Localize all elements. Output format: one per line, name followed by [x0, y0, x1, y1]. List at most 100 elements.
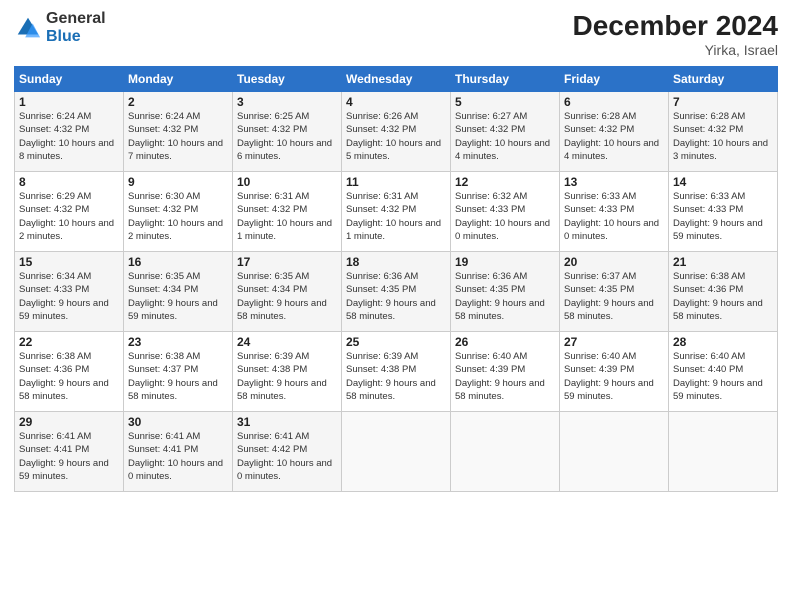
day-info: Sunrise: 6:40 AM Sunset: 4:39 PM Dayligh…	[564, 350, 664, 403]
header-sunday: Sunday	[15, 67, 124, 92]
day-cell: 19 Sunrise: 6:36 AM Sunset: 4:35 PM Dayl…	[451, 252, 560, 332]
header: General Blue December 2024 Yirka, Israel	[14, 10, 778, 58]
day-info: Sunrise: 6:40 AM Sunset: 4:39 PM Dayligh…	[455, 350, 555, 403]
day-number: 4	[346, 95, 446, 109]
logo-line2: Blue	[46, 28, 106, 46]
day-info: Sunrise: 6:41 AM Sunset: 4:41 PM Dayligh…	[19, 430, 119, 483]
day-info: Sunrise: 6:30 AM Sunset: 4:32 PM Dayligh…	[128, 190, 228, 243]
day-number: 11	[346, 175, 446, 189]
day-number: 2	[128, 95, 228, 109]
day-number: 16	[128, 255, 228, 269]
day-cell: 4 Sunrise: 6:26 AM Sunset: 4:32 PM Dayli…	[342, 92, 451, 172]
day-info: Sunrise: 6:28 AM Sunset: 4:32 PM Dayligh…	[673, 110, 773, 163]
day-cell: 20 Sunrise: 6:37 AM Sunset: 4:35 PM Dayl…	[560, 252, 669, 332]
day-number: 24	[237, 335, 337, 349]
day-cell: 5 Sunrise: 6:27 AM Sunset: 4:32 PM Dayli…	[451, 92, 560, 172]
day-number: 1	[19, 95, 119, 109]
day-number: 22	[19, 335, 119, 349]
day-number: 9	[128, 175, 228, 189]
day-cell: 23 Sunrise: 6:38 AM Sunset: 4:37 PM Dayl…	[124, 332, 233, 412]
calendar-body: 1 Sunrise: 6:24 AM Sunset: 4:32 PM Dayli…	[15, 92, 778, 492]
day-cell: 25 Sunrise: 6:39 AM Sunset: 4:38 PM Dayl…	[342, 332, 451, 412]
day-cell	[342, 412, 451, 492]
header-wednesday: Wednesday	[342, 67, 451, 92]
day-info: Sunrise: 6:35 AM Sunset: 4:34 PM Dayligh…	[128, 270, 228, 323]
day-number: 7	[673, 95, 773, 109]
day-cell: 28 Sunrise: 6:40 AM Sunset: 4:40 PM Dayl…	[669, 332, 778, 412]
day-number: 25	[346, 335, 446, 349]
header-thursday: Thursday	[451, 67, 560, 92]
day-number: 23	[128, 335, 228, 349]
header-tuesday: Tuesday	[233, 67, 342, 92]
day-number: 15	[19, 255, 119, 269]
header-saturday: Saturday	[669, 67, 778, 92]
day-number: 29	[19, 415, 119, 429]
day-info: Sunrise: 6:39 AM Sunset: 4:38 PM Dayligh…	[237, 350, 337, 403]
day-number: 12	[455, 175, 555, 189]
day-info: Sunrise: 6:24 AM Sunset: 4:32 PM Dayligh…	[19, 110, 119, 163]
day-cell: 15 Sunrise: 6:34 AM Sunset: 4:33 PM Dayl…	[15, 252, 124, 332]
day-number: 6	[564, 95, 664, 109]
day-info: Sunrise: 6:36 AM Sunset: 4:35 PM Dayligh…	[346, 270, 446, 323]
day-cell: 1 Sunrise: 6:24 AM Sunset: 4:32 PM Dayli…	[15, 92, 124, 172]
day-cell: 2 Sunrise: 6:24 AM Sunset: 4:32 PM Dayli…	[124, 92, 233, 172]
day-cell: 10 Sunrise: 6:31 AM Sunset: 4:32 PM Dayl…	[233, 172, 342, 252]
week-row-4: 29 Sunrise: 6:41 AM Sunset: 4:41 PM Dayl…	[15, 412, 778, 492]
header-row: Sunday Monday Tuesday Wednesday Thursday…	[15, 67, 778, 92]
day-cell: 12 Sunrise: 6:32 AM Sunset: 4:33 PM Dayl…	[451, 172, 560, 252]
day-cell: 22 Sunrise: 6:38 AM Sunset: 4:36 PM Dayl…	[15, 332, 124, 412]
day-info: Sunrise: 6:33 AM Sunset: 4:33 PM Dayligh…	[673, 190, 773, 243]
day-cell: 31 Sunrise: 6:41 AM Sunset: 4:42 PM Dayl…	[233, 412, 342, 492]
day-cell: 30 Sunrise: 6:41 AM Sunset: 4:41 PM Dayl…	[124, 412, 233, 492]
week-row-1: 8 Sunrise: 6:29 AM Sunset: 4:32 PM Dayli…	[15, 172, 778, 252]
day-info: Sunrise: 6:25 AM Sunset: 4:32 PM Dayligh…	[237, 110, 337, 163]
day-info: Sunrise: 6:38 AM Sunset: 4:36 PM Dayligh…	[673, 270, 773, 323]
day-cell: 9 Sunrise: 6:30 AM Sunset: 4:32 PM Dayli…	[124, 172, 233, 252]
calendar-subtitle: Yirka, Israel	[573, 42, 778, 58]
day-cell	[669, 412, 778, 492]
day-cell: 16 Sunrise: 6:35 AM Sunset: 4:34 PM Dayl…	[124, 252, 233, 332]
day-info: Sunrise: 6:37 AM Sunset: 4:35 PM Dayligh…	[564, 270, 664, 323]
day-info: Sunrise: 6:28 AM Sunset: 4:32 PM Dayligh…	[564, 110, 664, 163]
day-number: 14	[673, 175, 773, 189]
day-info: Sunrise: 6:29 AM Sunset: 4:32 PM Dayligh…	[19, 190, 119, 243]
day-cell: 14 Sunrise: 6:33 AM Sunset: 4:33 PM Dayl…	[669, 172, 778, 252]
day-number: 20	[564, 255, 664, 269]
calendar-title: December 2024	[573, 10, 778, 42]
day-number: 31	[237, 415, 337, 429]
day-cell: 29 Sunrise: 6:41 AM Sunset: 4:41 PM Dayl…	[15, 412, 124, 492]
day-cell: 21 Sunrise: 6:38 AM Sunset: 4:36 PM Dayl…	[669, 252, 778, 332]
day-cell: 27 Sunrise: 6:40 AM Sunset: 4:39 PM Dayl…	[560, 332, 669, 412]
calendar-header: Sunday Monday Tuesday Wednesday Thursday…	[15, 67, 778, 92]
day-number: 30	[128, 415, 228, 429]
day-info: Sunrise: 6:35 AM Sunset: 4:34 PM Dayligh…	[237, 270, 337, 323]
day-number: 19	[455, 255, 555, 269]
day-info: Sunrise: 6:38 AM Sunset: 4:37 PM Dayligh…	[128, 350, 228, 403]
title-block: December 2024 Yirka, Israel	[573, 10, 778, 58]
logo-text: General Blue	[46, 10, 106, 45]
day-info: Sunrise: 6:41 AM Sunset: 4:41 PM Dayligh…	[128, 430, 228, 483]
day-cell: 8 Sunrise: 6:29 AM Sunset: 4:32 PM Dayli…	[15, 172, 124, 252]
week-row-2: 15 Sunrise: 6:34 AM Sunset: 4:33 PM Dayl…	[15, 252, 778, 332]
day-cell: 6 Sunrise: 6:28 AM Sunset: 4:32 PM Dayli…	[560, 92, 669, 172]
page: General Blue December 2024 Yirka, Israel…	[0, 0, 792, 612]
day-cell	[560, 412, 669, 492]
logo: General Blue	[14, 10, 106, 45]
day-number: 18	[346, 255, 446, 269]
day-cell: 7 Sunrise: 6:28 AM Sunset: 4:32 PM Dayli…	[669, 92, 778, 172]
day-number: 8	[19, 175, 119, 189]
day-cell: 11 Sunrise: 6:31 AM Sunset: 4:32 PM Dayl…	[342, 172, 451, 252]
day-cell: 18 Sunrise: 6:36 AM Sunset: 4:35 PM Dayl…	[342, 252, 451, 332]
day-cell: 13 Sunrise: 6:33 AM Sunset: 4:33 PM Dayl…	[560, 172, 669, 252]
day-info: Sunrise: 6:39 AM Sunset: 4:38 PM Dayligh…	[346, 350, 446, 403]
day-number: 26	[455, 335, 555, 349]
day-number: 27	[564, 335, 664, 349]
day-info: Sunrise: 6:27 AM Sunset: 4:32 PM Dayligh…	[455, 110, 555, 163]
day-info: Sunrise: 6:41 AM Sunset: 4:42 PM Dayligh…	[237, 430, 337, 483]
day-number: 13	[564, 175, 664, 189]
day-number: 21	[673, 255, 773, 269]
week-row-0: 1 Sunrise: 6:24 AM Sunset: 4:32 PM Dayli…	[15, 92, 778, 172]
day-cell: 26 Sunrise: 6:40 AM Sunset: 4:39 PM Dayl…	[451, 332, 560, 412]
day-cell: 24 Sunrise: 6:39 AM Sunset: 4:38 PM Dayl…	[233, 332, 342, 412]
day-info: Sunrise: 6:36 AM Sunset: 4:35 PM Dayligh…	[455, 270, 555, 323]
